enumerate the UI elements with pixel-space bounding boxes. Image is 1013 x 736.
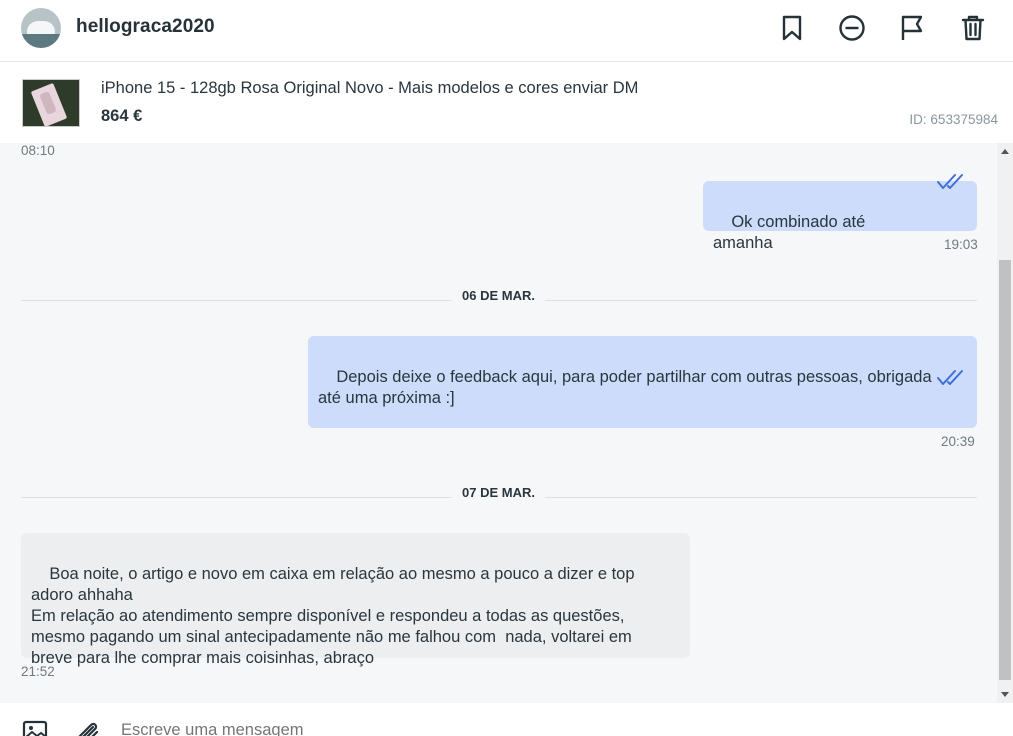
flag-icon[interactable] [897,13,927,43]
avatar[interactable] [21,8,61,48]
message-list-scrollbar[interactable] [997,143,1013,703]
message-time: 19:03 [944,237,978,252]
message-bubble-incoming: Boa noite, o artigo e novo em caixa em r… [21,533,690,667]
product-id: ID: 653375984 [909,112,998,127]
scroll-down-icon[interactable] [1001,692,1009,697]
read-receipt-icon [909,152,967,218]
date-label: 07 DE MAR. [0,485,997,500]
message-input[interactable] [121,721,721,736]
scrollbar-thumb[interactable] [999,260,1011,680]
product-price: 864 € [101,107,143,125]
read-receipt-icon [909,348,967,414]
username[interactable]: hellograca2020 [76,16,215,38]
trash-icon[interactable] [958,13,988,43]
bookmark-icon[interactable] [777,13,807,43]
image-icon[interactable] [22,720,48,736]
attachment-icon[interactable] [73,720,99,736]
message-text: Depois deixe o feedback aqui, para poder… [318,368,932,407]
chat-header: hellograca2020 [0,0,1013,62]
message-bubble-outgoing: Ok combinado até amanha [703,174,977,252]
message-text: Boa noite, o artigo e novo em caixa em r… [31,565,635,667]
block-icon[interactable] [837,13,867,43]
message-list: 08:10 Ok combinado até amanha 19:03 06 D… [0,143,997,703]
product-summary[interactable]: iPhone 15 - 128gb Rosa Original Novo - M… [0,63,1013,143]
product-title[interactable]: iPhone 15 - 128gb Rosa Original Novo - M… [101,79,638,98]
message-bubble-outgoing: Depois deixe o feedback aqui, para poder… [308,336,977,428]
message-composer [0,703,1013,736]
message-time: 20:39 [941,434,975,449]
date-label: 06 DE MAR. [0,288,997,303]
scroll-up-icon[interactable] [1001,149,1009,154]
message-text: Ok combinado até amanha [713,213,870,252]
message-time: 08:10 [21,143,55,158]
product-thumbnail[interactable] [22,79,80,127]
message-time: 21:52 [21,664,55,679]
